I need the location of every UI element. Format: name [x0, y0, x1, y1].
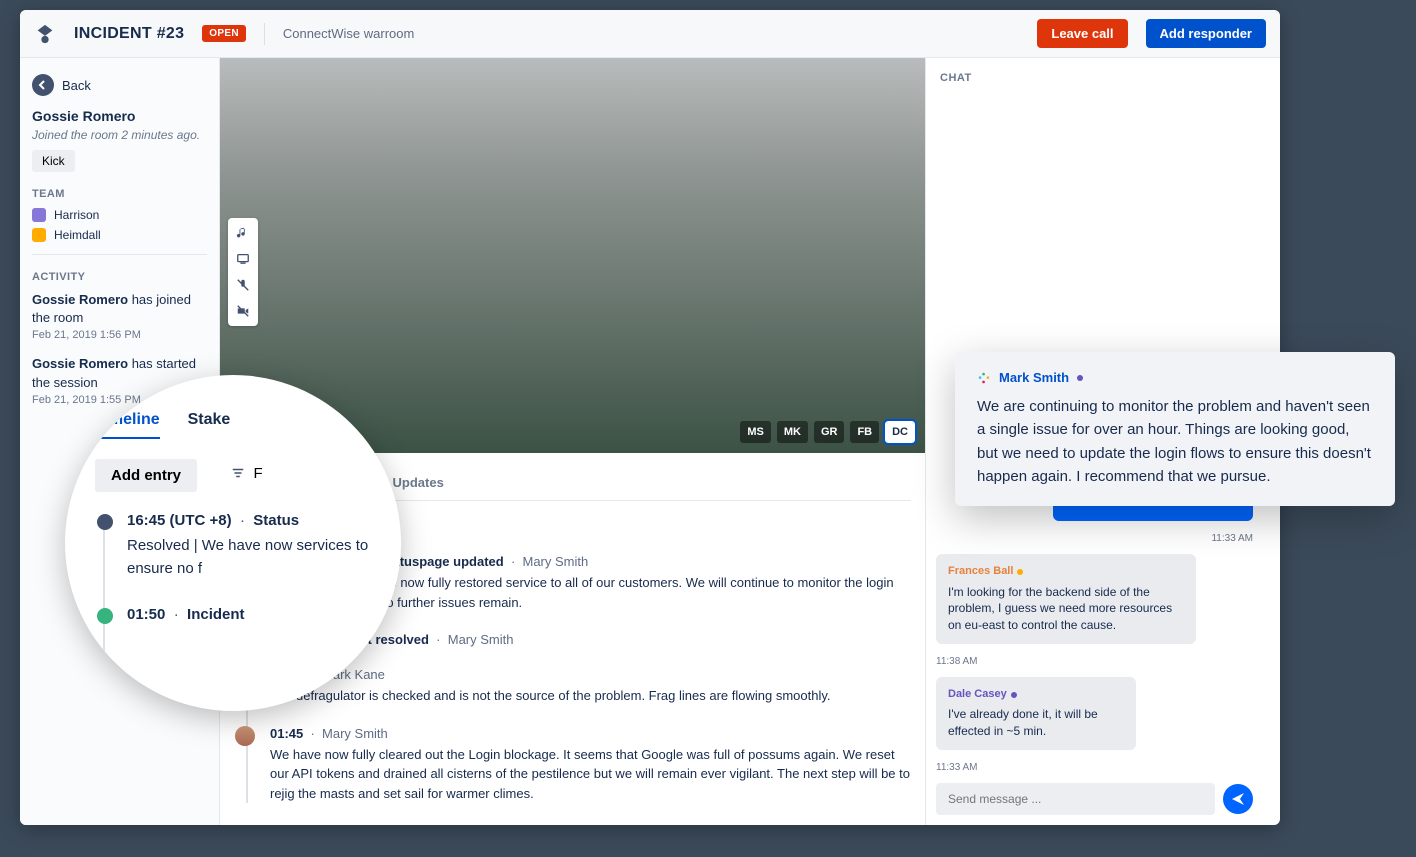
team-section-label: TEAM	[32, 188, 207, 200]
resolved-icon	[97, 608, 113, 624]
lens-add-entry-button[interactable]: Add entry	[95, 459, 197, 492]
team-name: Harrison	[54, 208, 99, 222]
chat-message: Frances Ball I'm looking for the backend…	[936, 554, 1196, 644]
filter-icon	[231, 466, 245, 480]
add-responder-button[interactable]: Add responder	[1146, 19, 1266, 48]
lens-filter[interactable]: F	[231, 465, 262, 482]
avatar-icon	[235, 726, 255, 746]
participant-chip[interactable]: FB	[850, 421, 879, 443]
divider	[264, 23, 265, 45]
callout-body: We are continuing to monitor the problem…	[977, 395, 1373, 488]
callout-card: Mark Smith We are continuing to monitor …	[955, 352, 1395, 506]
logo-icon	[34, 22, 56, 46]
msg-time: 11:33 AM	[1211, 533, 1253, 544]
timeline-item: 01:50 · Mark Kane The defragulator is ch…	[270, 667, 911, 706]
team-item[interactable]: Harrison	[32, 208, 207, 222]
screen-share-icon[interactable]	[232, 248, 254, 270]
status-badge: OPEN	[202, 25, 246, 42]
participant-chip[interactable]: GR	[814, 421, 845, 443]
divider	[32, 254, 207, 255]
magnifier-overlay: Timeline Stake Add entry F 16:45 (UTC +8…	[65, 375, 401, 711]
joined-text: Joined the room 2 minutes ago.	[32, 128, 207, 142]
chat-header: CHAT	[926, 58, 1263, 98]
team-swatch	[32, 208, 46, 222]
team-swatch	[32, 228, 46, 242]
topbar: INCIDENT #23 OPEN ConnectWise warroom Le…	[20, 10, 1280, 58]
back-arrow-icon	[32, 74, 54, 96]
team-item[interactable]: Heimdall	[32, 228, 207, 242]
incident-title: INCIDENT #23	[74, 25, 184, 43]
callout-author: Mark Smith	[977, 370, 1373, 385]
participant-strip: MS MK GR FB DC	[740, 421, 915, 443]
kick-button[interactable]: Kick	[32, 150, 75, 172]
room-name: ConnectWise warroom	[283, 26, 415, 41]
timeline-item: 01:45 · Mary Smith We have now fully cle…	[270, 726, 911, 804]
participant-chip-active[interactable]: DC	[885, 421, 915, 443]
video-controls	[228, 218, 258, 326]
send-icon	[1230, 791, 1246, 807]
activity-section-label: ACTIVITY	[32, 271, 207, 283]
back-label: Back	[62, 78, 91, 93]
participant-chip[interactable]: MS	[740, 421, 771, 443]
lens-timeline-item: 16:45 (UTC +8) · Status Resolved | We ha…	[127, 512, 371, 580]
lens-timeline-item: 01:50 · Incident	[127, 606, 371, 623]
msg-time: 11:33 AM	[936, 762, 1253, 773]
camera-off-icon[interactable]	[232, 300, 254, 322]
user-name: Gossie Romero	[32, 108, 207, 124]
chat-message: Dale Casey I've already done it, it will…	[936, 677, 1136, 750]
slack-icon	[977, 371, 991, 385]
msg-author: Frances Ball	[948, 564, 1184, 579]
msg-time: 11:38 AM	[936, 656, 1253, 667]
status-icon	[97, 514, 113, 530]
leave-call-button[interactable]: Leave call	[1037, 19, 1127, 48]
music-icon[interactable]	[232, 222, 254, 244]
msg-author: Dale Casey	[948, 687, 1124, 702]
video-feed[interactable]: MS MK GR FB DC	[220, 58, 925, 453]
participant-chip[interactable]: MK	[777, 421, 808, 443]
lens-tab-stakeholder[interactable]: Stake	[188, 403, 231, 439]
send-button[interactable]	[1223, 784, 1253, 814]
back-button[interactable]: Back	[32, 70, 207, 108]
chat-input[interactable]	[936, 783, 1215, 815]
activity-item: Gossie Romero has joined the room Feb 21…	[32, 291, 207, 341]
chat-input-row	[926, 773, 1263, 825]
activity-time: Feb 21, 2019 1:56 PM	[32, 329, 207, 341]
presence-dot-icon	[1077, 375, 1083, 381]
mic-mute-icon[interactable]	[232, 274, 254, 296]
team-name: Heimdall	[54, 228, 101, 242]
